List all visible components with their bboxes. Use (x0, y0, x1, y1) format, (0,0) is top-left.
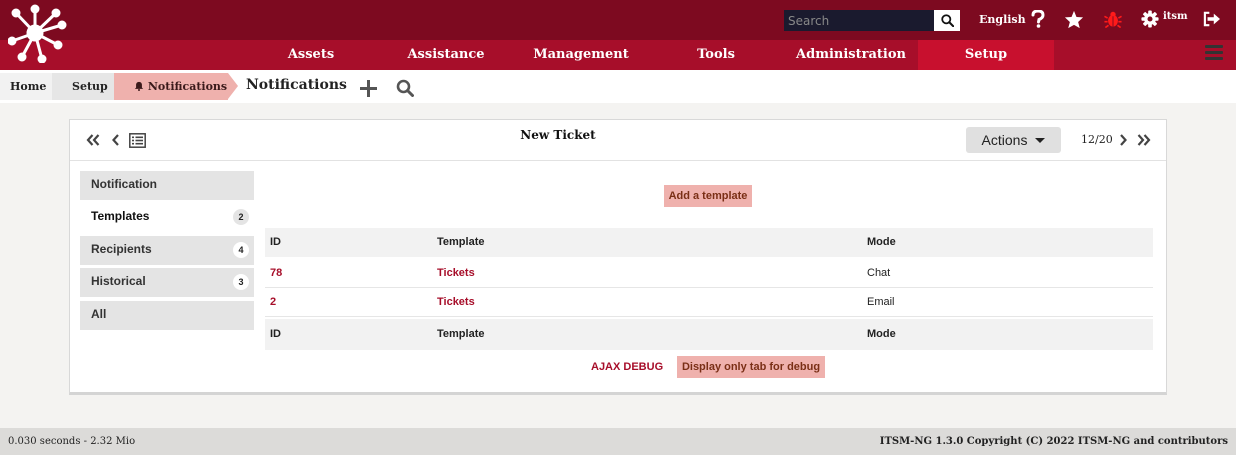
double-chevron-right-icon (1137, 134, 1151, 146)
tab-templates[interactable]: Templates 2 (80, 203, 254, 232)
item-title: New Ticket (520, 128, 596, 142)
favorites-button[interactable] (1063, 8, 1085, 30)
tab-label: Historical (91, 274, 146, 288)
count-badge: 2 (233, 209, 249, 225)
menu-item-administration[interactable]: Administration (796, 40, 906, 70)
itsm-ng-logo[interactable] (8, 3, 68, 63)
tab-label: Templates (91, 209, 150, 223)
tab-historical[interactable]: Historical 3 (80, 268, 254, 297)
tab-recipients[interactable]: Recipients 4 (80, 236, 254, 265)
search-button[interactable] (395, 78, 415, 98)
user-menu[interactable]: itsm (1163, 11, 1188, 22)
menu-item-tools[interactable]: Tools (686, 40, 746, 70)
hamburger-icon (1205, 45, 1223, 48)
column-header-id[interactable]: ID (270, 228, 281, 257)
row-template-link[interactable]: Tickets (437, 259, 475, 288)
breadcrumb-notifications[interactable]: Notifications (114, 73, 228, 100)
item-panel: New Ticket Actions 12/20 Notification Te… (69, 119, 1167, 395)
column-header-template[interactable]: Template (437, 228, 484, 257)
add-button[interactable] (358, 78, 378, 98)
row-id-link[interactable]: 2 (270, 288, 276, 317)
top-bar: English (0, 0, 1236, 63)
item-pager: 12/20 (1081, 133, 1113, 146)
debug-tab-button[interactable]: Display only tab for debug (677, 356, 825, 378)
row-mode: Email (867, 296, 895, 308)
column-header-mode[interactable]: Mode (867, 228, 896, 257)
menu-item-management[interactable]: Management (530, 40, 632, 70)
help-button[interactable] (1027, 8, 1049, 30)
actions-label: Actions (981, 132, 1028, 148)
settings-button[interactable] (1139, 8, 1161, 30)
bell-icon (134, 81, 144, 91)
tab-label: Notification (91, 177, 157, 191)
global-search (784, 10, 960, 31)
last-item-button[interactable] (1135, 132, 1153, 148)
row-template-link[interactable]: Tickets (437, 288, 475, 317)
search-button[interactable] (934, 10, 960, 31)
tab-notification[interactable]: Notification (80, 171, 254, 200)
column-footer-mode[interactable]: Mode (867, 319, 896, 350)
menu-item-assets[interactable]: Assets (266, 40, 356, 70)
plus-icon (359, 79, 377, 97)
help-icon (1031, 10, 1045, 28)
row-id-link[interactable]: 78 (270, 259, 282, 288)
add-template-button[interactable]: Add a template (664, 185, 752, 207)
logout-button[interactable] (1201, 8, 1223, 30)
next-item-button[interactable] (1114, 132, 1132, 148)
search-icon (940, 14, 954, 27)
column-footer-id[interactable]: ID (270, 319, 281, 350)
timing-info: 0.030 seconds - 2.32 Mio (8, 436, 136, 447)
caret-down-icon (1035, 137, 1046, 143)
column-footer-template[interactable]: Template (437, 319, 484, 350)
breadcrumb: Home Setup Notifications Notifications (0, 70, 1236, 103)
row-mode: Chat (867, 267, 891, 279)
menu-item-assistance[interactable]: Assistance (399, 40, 493, 70)
copyright-link[interactable]: ITSM-NG 1.3.0 Copyright (C) 2022 ITSM-NG… (880, 436, 1228, 447)
menu-toggle-button[interactable] (1205, 45, 1223, 61)
search-icon (396, 79, 414, 97)
tab-label: All (91, 307, 107, 321)
menu-item-setup[interactable]: Setup (918, 40, 1054, 70)
breadcrumb-notifications-label: Notifications (147, 80, 228, 93)
chevron-right-icon (1120, 134, 1127, 146)
count-badge: 4 (233, 242, 249, 258)
star-icon (1064, 10, 1084, 28)
table-row: 2 Tickets Email (265, 288, 1153, 317)
language-selector[interactable]: English (979, 13, 1026, 26)
breadcrumb-home[interactable]: Home (0, 73, 52, 100)
count-badge: 3 (233, 274, 249, 290)
breadcrumb-separator (228, 73, 238, 99)
table-row: 78 Tickets Chat (265, 259, 1153, 288)
tab-label: Recipients (91, 242, 152, 256)
bug-icon (1104, 11, 1122, 28)
panel-header: New Ticket Actions 12/20 (70, 120, 1166, 161)
logout-icon (1203, 11, 1220, 27)
debug-button[interactable] (1102, 8, 1124, 30)
actions-dropdown[interactable]: Actions (966, 127, 1061, 153)
breadcrumb-setup[interactable]: Setup (52, 73, 114, 100)
table-footer: ID Template Mode (265, 319, 1153, 350)
gear-icon (1141, 10, 1159, 28)
ajax-debug-link[interactable]: AJAX DEBUG (591, 361, 663, 373)
page-footer: 0.030 seconds - 2.32 Mio ITSM-NG 1.3.0 C… (0, 428, 1236, 455)
tab-all[interactable]: All (80, 301, 254, 330)
table-header: ID Template Mode (265, 228, 1153, 257)
page-title: Notifications (246, 77, 347, 93)
search-input[interactable] (784, 10, 934, 31)
main-menu: Assets Assistance Management Tools Admin… (0, 40, 1236, 70)
